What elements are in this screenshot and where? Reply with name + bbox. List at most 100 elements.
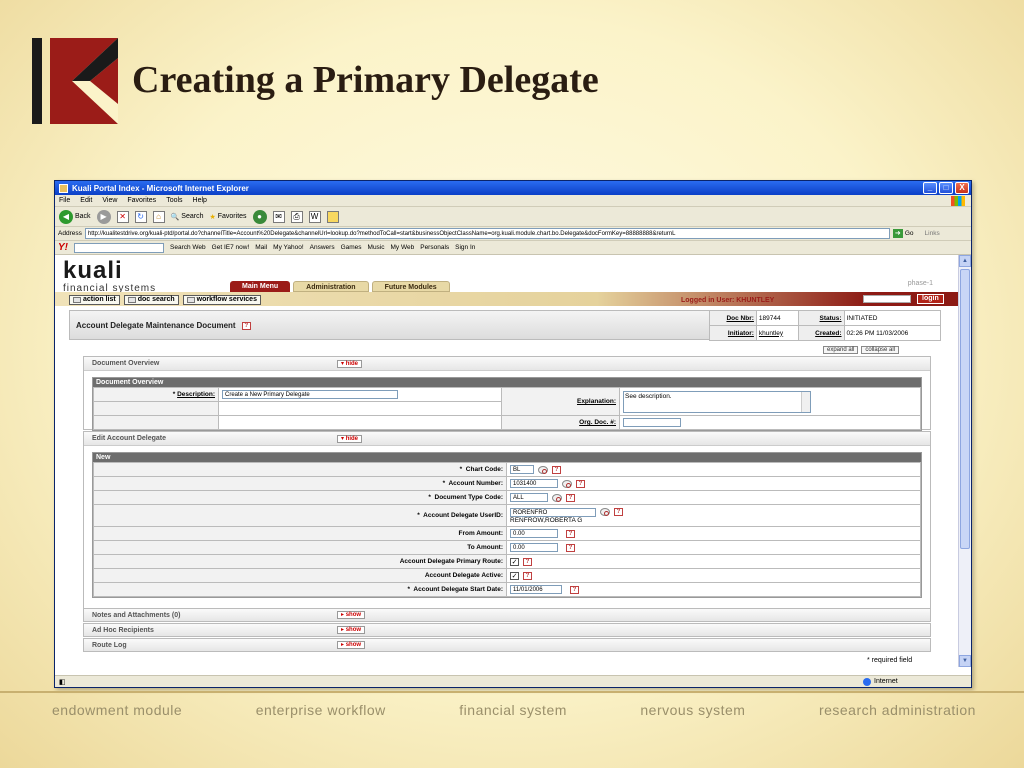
yahoo-sign-in[interactable]: Sign In xyxy=(455,244,475,251)
notes-attachments-label: Notes and Attachments (0) xyxy=(92,612,181,619)
help-icon[interactable]: ? xyxy=(570,585,579,594)
account-number-input[interactable]: 1031400 xyxy=(510,479,558,488)
links-label[interactable]: Links xyxy=(925,230,940,237)
yahoo-search-web[interactable]: Search Web xyxy=(170,244,206,251)
back-button[interactable]: ◀ Back xyxy=(59,209,91,224)
chart-code-input[interactable]: BL xyxy=(510,465,534,474)
phase-label: phase-1 xyxy=(907,280,933,287)
yahoo-my-web[interactable]: My Web xyxy=(391,244,415,251)
lookup-icon[interactable] xyxy=(562,479,572,488)
login-button[interactable]: login xyxy=(917,294,944,304)
scroll-thumb[interactable] xyxy=(960,269,970,549)
required-marker: * xyxy=(172,391,176,398)
active-checkbox[interactable]: ✓ xyxy=(510,571,519,580)
action-list-button[interactable]: action list xyxy=(69,295,120,305)
tab-future-modules[interactable]: Future Modules xyxy=(371,281,450,292)
yahoo-music[interactable]: Music xyxy=(368,244,385,251)
window-title: Kuali Portal Index - Microsoft Internet … xyxy=(72,183,249,193)
from-amount-label: From Amount: xyxy=(93,526,507,541)
maximize-button[interactable]: □ xyxy=(939,182,953,194)
menu-help[interactable]: Help xyxy=(193,197,207,204)
menu-edit[interactable]: Edit xyxy=(80,197,92,204)
help-icon[interactable]: ? xyxy=(566,493,575,502)
show-ad-hoc-button[interactable]: ▸ show xyxy=(337,626,366,634)
refresh-icon[interactable]: ↻ xyxy=(134,210,147,223)
yahoo-personals[interactable]: Personals xyxy=(420,244,449,251)
menu-file[interactable]: File xyxy=(59,197,70,204)
document-type-input[interactable]: ALL xyxy=(510,493,548,502)
help-icon[interactable]: ? xyxy=(614,508,623,516)
explanation-label-text: Explanation: xyxy=(576,398,616,405)
description-input[interactable]: Create a New Primary Delegate xyxy=(222,390,398,399)
collapse-all-button[interactable]: collapse all xyxy=(861,346,900,354)
show-notes-button[interactable]: ▸ show xyxy=(337,611,366,619)
edit-icon[interactable]: W xyxy=(308,210,321,223)
hide-label: hide xyxy=(345,361,359,367)
go-button[interactable]: ➜ Go xyxy=(892,229,914,238)
required-field-note: * required field xyxy=(867,657,913,664)
ad-hoc-recipients-tab: Ad Hoc Recipients ▸ show xyxy=(83,623,931,637)
stop-icon[interactable]: ✕ xyxy=(116,210,129,223)
edit-account-delegate-tab: Edit Account Delegate ▾ hide New * Chart… xyxy=(83,431,931,609)
lookup-icon[interactable] xyxy=(552,493,562,502)
hide-overview-button[interactable]: ▾ hide xyxy=(337,360,363,368)
start-date-input[interactable]: 11/01/2006 xyxy=(510,585,562,594)
tab-main-menu[interactable]: Main Menu xyxy=(230,281,291,292)
hide-edit-button[interactable]: ▾ hide xyxy=(337,435,363,443)
show-route-log-button[interactable]: ▸ show xyxy=(337,641,366,649)
org-doc-input[interactable] xyxy=(623,418,681,427)
doc-search-button[interactable]: doc search xyxy=(123,295,179,305)
yahoo-games[interactable]: Games xyxy=(341,244,362,251)
yahoo-my-yahoo[interactable]: My Yahoo! xyxy=(273,244,303,251)
address-input[interactable]: http://kualitestdrive.org/kuali-ptd/port… xyxy=(84,228,890,239)
form-row-to-amount: To Amount: 0.00? xyxy=(93,540,921,555)
menu-tools[interactable]: Tools xyxy=(166,197,182,204)
to-amount-cell: 0.00? xyxy=(506,540,921,555)
form-row-primary-route: Account Delegate Primary Route: ✓? xyxy=(93,554,921,569)
favorites-label: Favorites xyxy=(217,213,247,220)
menu-favorites[interactable]: Favorites xyxy=(127,197,156,204)
forward-button[interactable]: ▶ xyxy=(96,209,111,224)
start-date-cell: 11/01/2006? xyxy=(506,582,921,597)
help-icon[interactable]: ? xyxy=(566,529,575,538)
close-button[interactable]: X xyxy=(955,182,969,194)
search-button[interactable]: 🔍 Search xyxy=(171,213,204,221)
lookup-icon[interactable] xyxy=(538,465,548,474)
initiator-value[interactable]: khuntley xyxy=(755,325,800,341)
document-overview-section: Document Overview * Description: Create … xyxy=(92,377,922,431)
scroll-down-icon[interactable]: ▼ xyxy=(959,655,971,667)
help-icon[interactable]: ? xyxy=(241,321,251,330)
help-icon[interactable]: ? xyxy=(523,557,532,566)
minimize-button[interactable]: _ xyxy=(923,182,937,194)
media-icon[interactable]: ● xyxy=(252,209,267,224)
to-amount-input[interactable]: 0.00 xyxy=(510,543,558,552)
workflow-services-button[interactable]: workflow services xyxy=(182,295,261,305)
favorites-button[interactable]: ★ Favorites xyxy=(209,213,246,221)
help-icon[interactable]: ? xyxy=(576,479,585,488)
page-scrollbar[interactable]: ▲ ▼ xyxy=(958,255,971,667)
help-icon[interactable]: ? xyxy=(552,465,561,474)
folder-icon[interactable] xyxy=(326,210,339,223)
yahoo-get-ie7[interactable]: Get IE7 now! xyxy=(212,244,250,251)
expand-all-button[interactable]: expand all xyxy=(823,346,859,354)
yahoo-mail[interactable]: Mail xyxy=(255,244,267,251)
yahoo-search-input[interactable] xyxy=(74,242,164,253)
home-icon[interactable]: ⌂ xyxy=(152,210,165,223)
lookup-icon[interactable] xyxy=(600,508,610,516)
help-icon[interactable]: ? xyxy=(566,543,575,552)
print-icon[interactable]: ⎙ xyxy=(290,210,303,223)
scroll-up-icon[interactable]: ▲ xyxy=(959,255,971,267)
primary-route-checkbox[interactable]: ✓ xyxy=(510,557,519,566)
textarea-scrollbar[interactable] xyxy=(801,391,810,412)
delegate-userid-input[interactable]: RORENFRO xyxy=(510,507,596,517)
account-number-label-text: Account Number: xyxy=(448,480,503,487)
login-input[interactable] xyxy=(863,295,911,303)
tab-administration[interactable]: Administration xyxy=(293,281,369,292)
yahoo-answers[interactable]: Answers xyxy=(310,244,335,251)
menu-view[interactable]: View xyxy=(102,197,117,204)
from-amount-input[interactable]: 0.00 xyxy=(510,529,558,538)
explanation-textarea[interactable]: See description. xyxy=(623,390,811,413)
mail-icon[interactable]: ✉ xyxy=(272,210,285,223)
help-icon[interactable]: ? xyxy=(523,571,532,580)
yahoo-logo-icon[interactable]: Y! xyxy=(58,242,68,253)
